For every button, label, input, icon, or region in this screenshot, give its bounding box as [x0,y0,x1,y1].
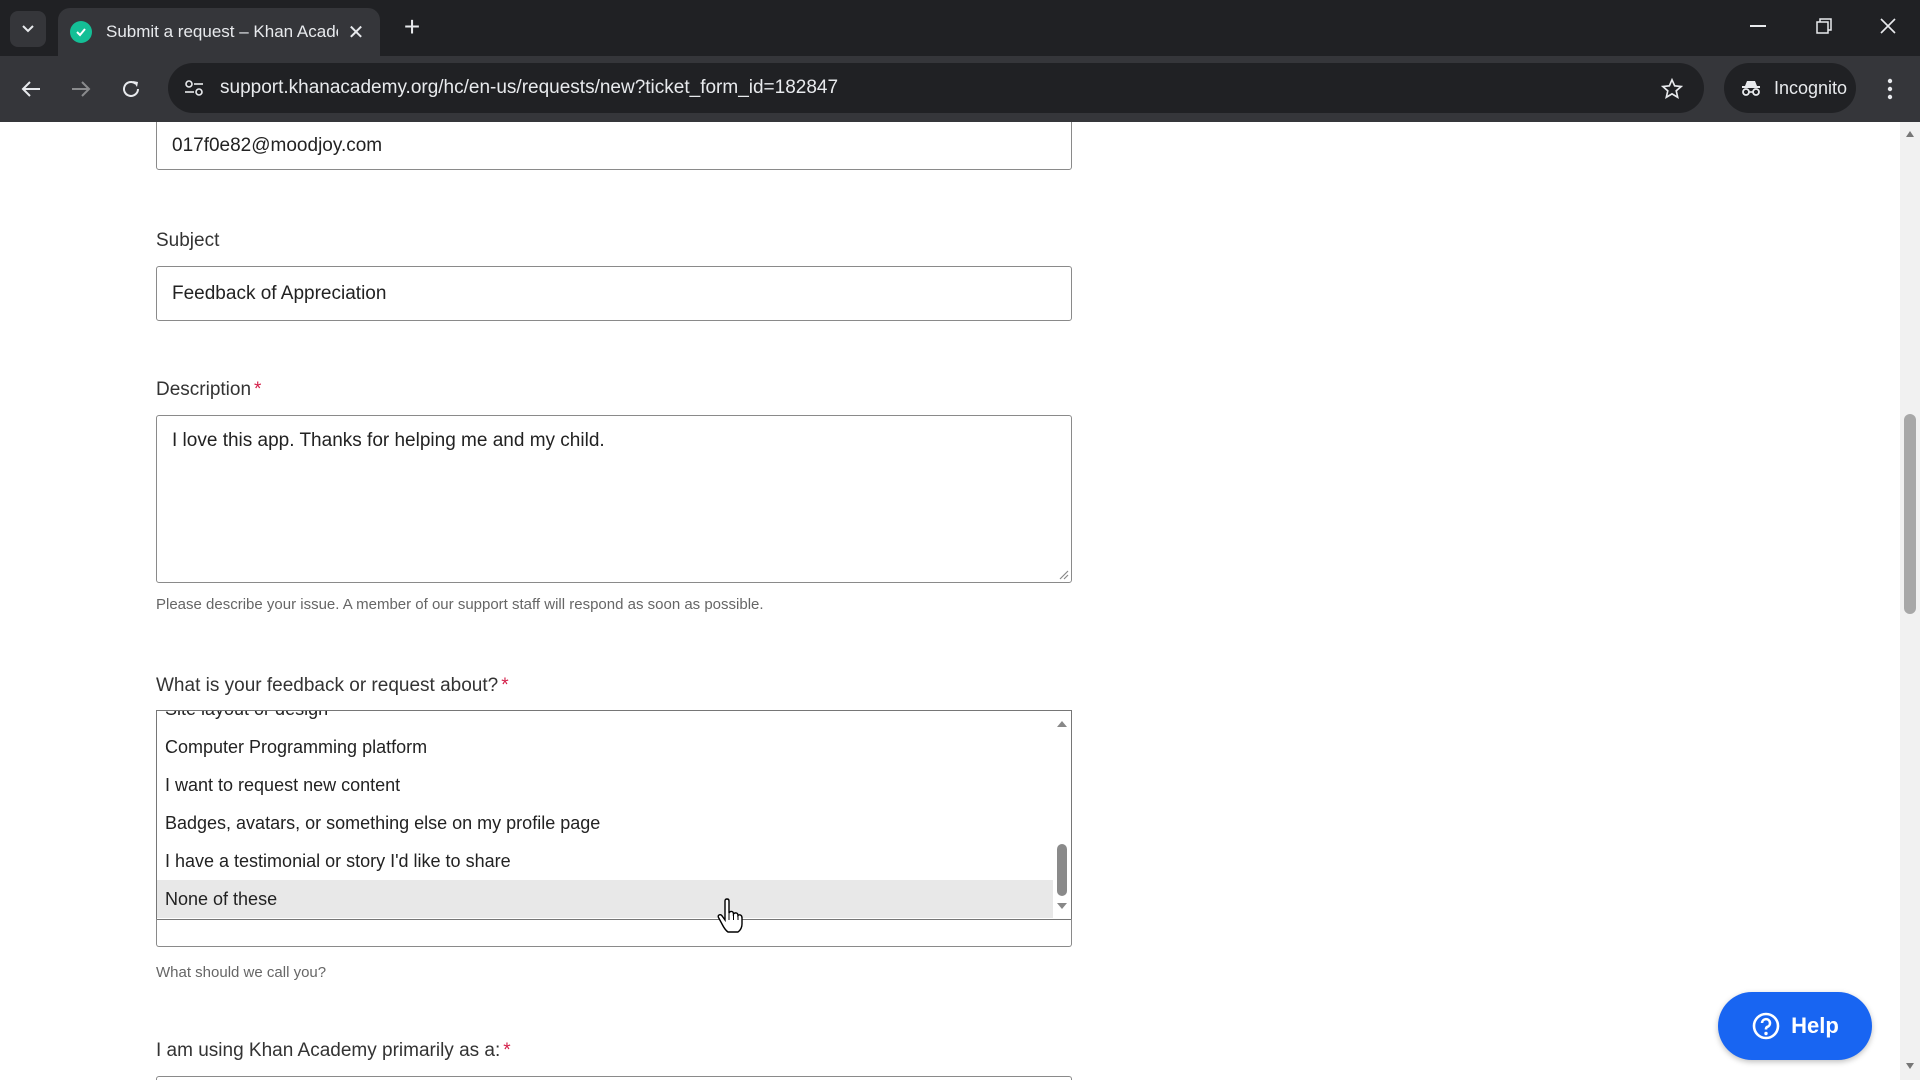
url-text: support.khanacademy.org/hc/en-us/request… [220,77,839,98]
tab-bar: Submit a request – Khan Academy ✕ + [0,0,1920,56]
scroll-up-arrow-icon[interactable] [1056,719,1068,729]
bookmark-star-icon[interactable] [1658,75,1686,103]
topic-option[interactable]: Site layout or design [157,711,1053,728]
required-marker: * [501,675,509,696]
usage-select[interactable] [156,1076,1072,1080]
topic-option-highlighted[interactable]: None of these [157,880,1053,918]
browser-menu-icon[interactable] [1876,72,1904,106]
topic-option[interactable]: I want to request new content [157,766,1053,804]
chevron-down-icon [22,25,34,33]
page-scroll-down-icon[interactable] [1905,1062,1915,1070]
description-textarea[interactable]: I love this app. Thanks for helping me a… [156,415,1072,583]
usage-label: I am using Khan Academy primarily as a: * [156,1040,511,1061]
incognito-label: Incognito [1774,77,1848,98]
help-button[interactable]: Help [1718,992,1872,1060]
khan-academy-favicon-icon [70,21,92,43]
scroll-down-arrow-icon[interactable] [1056,901,1068,911]
address-bar[interactable]: support.khanacademy.org/hc/en-us/request… [168,63,1704,113]
email-field[interactable]: 017f0e82@moodjoy.com [156,122,1072,170]
tab-title: Submit a request – Khan Academy [106,22,338,41]
page-scroll-up-icon[interactable] [1905,130,1915,138]
new-tab-icon[interactable]: + [396,11,428,43]
restore-icon[interactable] [1800,6,1848,46]
reload-icon[interactable] [114,72,148,106]
description-label: Description * [156,379,262,400]
help-label: Help [1791,1013,1839,1038]
topic-label: What is your feedback or request about? * [156,675,509,696]
site-info-icon[interactable] [180,75,208,101]
page-scrollbar[interactable] [1900,122,1920,1080]
tab-close-icon[interactable]: ✕ [344,20,368,45]
incognito-indicator[interactable]: Incognito [1724,63,1856,113]
topic-option[interactable]: Computer Programming platform [157,728,1053,766]
subject-field[interactable]: Feedback of Appreciation [156,266,1072,321]
forward-icon[interactable] [64,72,98,106]
tab-search-button[interactable] [10,11,46,47]
topic-option[interactable]: I have a testimonial or story I'd like t… [157,842,1053,880]
required-marker: * [503,1040,511,1061]
name-field[interactable] [156,919,1072,947]
minimize-icon[interactable] [1734,6,1782,46]
description-value: I love this app. Thanks for helping me a… [172,430,605,451]
topic-option[interactable]: Badges, avatars, or something else on my… [157,804,1053,842]
subject-value: Feedback of Appreciation [172,282,387,304]
browser-toolbar: support.khanacademy.org/hc/en-us/request… [0,56,1920,122]
close-window-icon[interactable] [1864,6,1912,46]
name-hint: What should we call you? [156,964,327,981]
email-value: 017f0e82@moodjoy.com [172,135,383,156]
page-content: 017f0e82@moodjoy.com Subject Feedback of… [0,122,1920,1080]
incognito-icon [1742,81,1760,96]
required-marker: * [254,379,262,400]
subject-label: Subject [156,230,220,251]
topic-list-scroll-thumb[interactable] [1057,844,1067,896]
back-icon[interactable] [14,72,48,106]
question-circle-icon [1752,1012,1780,1040]
browser-tab-active[interactable]: Submit a request – Khan Academy ✕ [58,8,380,56]
topic-list-scrollbar[interactable] [1053,711,1071,919]
hand-pointer-cursor-icon [717,898,743,933]
topic-dropdown-list[interactable]: Site layout or design Computer Programmi… [156,710,1072,920]
page-scroll-thumb[interactable] [1904,414,1916,614]
description-hint: Please describe your issue. A member of … [156,596,764,613]
resize-handle-icon[interactable] [1057,568,1069,580]
